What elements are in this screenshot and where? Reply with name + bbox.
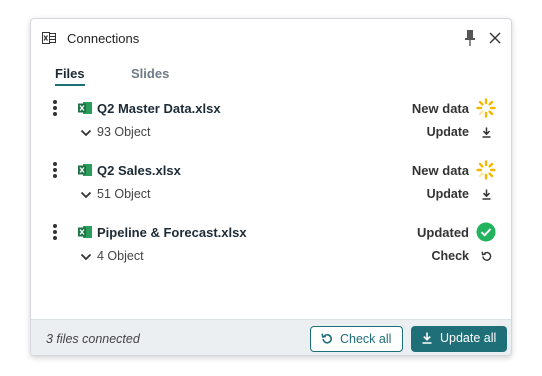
panel-title: Connections (67, 31, 140, 46)
file-row: Pipeline & Forecast.xlsx Updated 4 Objec… (31, 222, 511, 280)
chevron-down-icon[interactable] (80, 190, 92, 200)
download-icon (422, 332, 432, 344)
update-button[interactable]: Update (427, 187, 469, 201)
loading-spinner-icon (476, 98, 496, 118)
more-options-icon[interactable] (51, 224, 59, 242)
file-name[interactable]: Q2 Master Data.xlsx (97, 101, 221, 116)
connections-panel: Connections Files Slides Q2 Master Data.… (30, 18, 512, 356)
tab-slides[interactable]: Slides (131, 66, 169, 81)
check-button[interactable]: Check (431, 249, 469, 263)
file-row: Q2 Master Data.xlsx New data 93 Object U… (31, 98, 511, 156)
chevron-down-icon[interactable] (80, 252, 92, 262)
file-status: New data (411, 101, 469, 116)
object-count: 51 Object (97, 187, 151, 201)
refresh-icon[interactable] (480, 250, 493, 263)
excel-icon (42, 32, 56, 44)
title-bar: Connections (31, 19, 511, 59)
excel-file-icon (78, 102, 92, 114)
check-all-label: Check all (340, 332, 392, 346)
file-status: New data (411, 163, 469, 178)
download-icon[interactable] (480, 126, 493, 139)
object-count: 4 Object (97, 249, 144, 263)
update-all-label: Update all (440, 331, 497, 345)
close-icon[interactable] (487, 30, 503, 46)
active-tab-indicator (55, 84, 85, 86)
update-all-button[interactable]: Update all (411, 326, 507, 352)
check-all-button[interactable]: Check all (310, 326, 403, 352)
chevron-down-icon[interactable] (80, 128, 92, 138)
download-icon[interactable] (480, 188, 493, 201)
file-name[interactable]: Pipeline & Forecast.xlsx (97, 225, 247, 240)
footer: 3 files connected Check all Update all (31, 319, 511, 355)
file-row: Q2 Sales.xlsx New data 51 Object Update (31, 160, 511, 218)
file-status: Updated (417, 225, 469, 240)
connection-status: 3 files connected (46, 332, 140, 346)
excel-file-icon (78, 226, 92, 238)
object-count: 93 Object (97, 125, 151, 139)
update-button[interactable]: Update (427, 125, 469, 139)
tab-files[interactable]: Files (55, 66, 85, 81)
refresh-icon (321, 333, 332, 344)
excel-file-icon (78, 164, 92, 176)
check-circle-icon (476, 222, 496, 242)
file-name[interactable]: Q2 Sales.xlsx (97, 163, 181, 178)
pin-icon[interactable] (462, 29, 478, 47)
loading-spinner-icon (476, 160, 496, 180)
more-options-icon[interactable] (51, 100, 59, 118)
more-options-icon[interactable] (51, 162, 59, 180)
